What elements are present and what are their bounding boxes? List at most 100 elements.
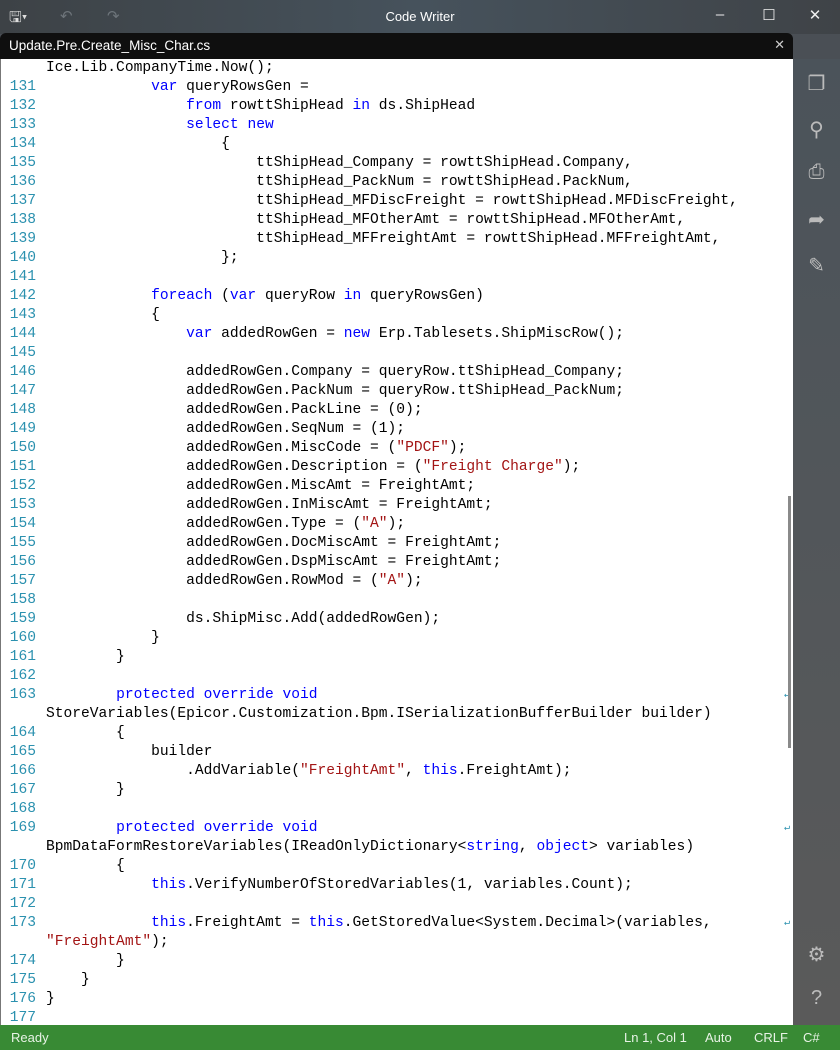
line-number: 140 bbox=[9, 250, 36, 266]
keyword-token: from bbox=[186, 98, 222, 114]
code-text: } bbox=[46, 990, 55, 1009]
print-icon[interactable]: ⎙ bbox=[793, 161, 840, 184]
line-number: 136 bbox=[9, 174, 36, 190]
code-line: 173 this.FreightAmt = this.GetStoredValu… bbox=[1, 914, 793, 933]
edit-pencil-icon[interactable]: ✎ bbox=[793, 253, 840, 278]
close-tab-icon[interactable]: ✕ bbox=[774, 37, 785, 53]
code-text: ttShipHead_MFOtherAmt = rowttShipHead.MF… bbox=[46, 211, 685, 230]
code-token: BpmDataFormRestoreVariables(IReadOnlyDic… bbox=[46, 839, 467, 855]
code-text: from rowttShipHead in ds.ShipHead bbox=[46, 97, 475, 116]
line-ending[interactable]: CRLF bbox=[754, 1030, 788, 1045]
keyword-token: new bbox=[247, 117, 274, 133]
copy-icon[interactable]: ❐ bbox=[793, 71, 840, 96]
line-number: 177 bbox=[9, 1010, 36, 1025]
settings-gear-icon[interactable]: ⚙ bbox=[793, 942, 840, 967]
string-token: "A" bbox=[378, 573, 406, 589]
code-token: addedRowGen.RowMod = ( bbox=[46, 573, 379, 589]
code-token: .GetStoredValue<System.Decimal>(variable… bbox=[343, 915, 712, 931]
code-text: addedRowGen.InMiscAmt = FreightAmt; bbox=[46, 496, 493, 515]
tab-file[interactable]: Update.Pre.Create_Misc_Char.cs ✕ bbox=[0, 33, 793, 60]
line-number: 164 bbox=[9, 725, 36, 741]
code-text: foreach (var queryRow in queryRowsGen) bbox=[46, 287, 484, 306]
line-number: 170 bbox=[9, 858, 36, 874]
code-line: 177 bbox=[1, 1009, 793, 1025]
code-token: > variables) bbox=[588, 839, 695, 855]
code-line: 135 ttShipHead_Company = rowttShipHead.C… bbox=[1, 154, 793, 173]
code-line: 154 addedRowGen.Type = ("A"); bbox=[1, 515, 793, 534]
code-token: , bbox=[405, 763, 423, 779]
code-line: 131 var queryRowsGen = bbox=[1, 78, 793, 97]
help-icon[interactable]: ? bbox=[793, 987, 840, 1010]
code-token: queryRowsGen = bbox=[177, 79, 309, 95]
code-text: BpmDataFormRestoreVariables(IReadOnlyDic… bbox=[46, 838, 694, 857]
keyword-token: var bbox=[186, 326, 213, 342]
code-text: protected override void bbox=[46, 819, 317, 838]
line-number: 146 bbox=[9, 364, 36, 380]
cursor-position[interactable]: Ln 1, Col 1 bbox=[624, 1030, 687, 1045]
line-number: 166 bbox=[9, 763, 36, 779]
keyword-token: in bbox=[352, 98, 371, 114]
tab-label: Update.Pre.Create_Misc_Char.cs bbox=[9, 38, 211, 53]
keyword-token: select bbox=[186, 117, 239, 133]
code-editor[interactable]: Ice.Lib.CompanyTime.Now(); 131 var queryR… bbox=[0, 59, 793, 1025]
string-token: "FreightAmt" bbox=[299, 763, 406, 779]
line-number: 158 bbox=[9, 592, 36, 608]
line-number: 154 bbox=[9, 516, 36, 532]
maximize-button[interactable]: ☐ bbox=[754, 6, 784, 24]
code-line: 143 { bbox=[1, 306, 793, 325]
line-number: 137 bbox=[9, 193, 36, 209]
code-token: { bbox=[46, 725, 125, 741]
code-line: 148 addedRowGen.PackLine = (0); bbox=[1, 401, 793, 420]
code-text: } bbox=[46, 629, 160, 648]
code-line: 140 }; bbox=[1, 249, 793, 268]
code-token: ttShipHead_PackNum = rowttShipHead.PackN… bbox=[46, 174, 633, 190]
code-token: Ice.Lib.CompanyTime.Now(); bbox=[46, 60, 274, 76]
code-text: StoreVariables(Epicor.Customization.Bpm.… bbox=[46, 705, 712, 724]
code-token: { bbox=[46, 307, 160, 323]
code-token: { bbox=[46, 136, 230, 152]
code-line: 142 foreach (var queryRow in queryRowsGe… bbox=[1, 287, 793, 306]
keyword-token: this bbox=[151, 877, 187, 893]
line-number: 153 bbox=[9, 497, 36, 513]
line-number: 175 bbox=[9, 972, 36, 988]
line-number bbox=[1, 59, 46, 78]
line-number: 171 bbox=[9, 877, 36, 893]
line-number: 165 bbox=[9, 744, 36, 760]
code-token: ds.ShipMisc.Add(addedRowGen); bbox=[46, 611, 441, 627]
right-sidebar: ❐ ⚲ ⎙ ➦ ✎ ⚙ ? bbox=[793, 59, 840, 1025]
line-number bbox=[1, 933, 46, 952]
code-token: ( bbox=[212, 288, 230, 304]
code-line: 165 builder bbox=[1, 743, 793, 762]
code-token: addedRowGen.Type = ( bbox=[46, 516, 362, 532]
code-line: 152 addedRowGen.MiscAmt = FreightAmt; bbox=[1, 477, 793, 496]
line-number: 159 bbox=[9, 611, 36, 627]
share-icon[interactable]: ➦ bbox=[793, 207, 840, 232]
code-line: "FreightAmt"); bbox=[1, 933, 793, 952]
minimize-button[interactable]: – bbox=[705, 6, 735, 23]
keyword-token: override bbox=[203, 687, 274, 703]
search-icon[interactable]: ⚲ bbox=[793, 117, 840, 142]
line-number: 141 bbox=[9, 269, 36, 285]
code-line: Ice.Lib.CompanyTime.Now(); bbox=[1, 59, 793, 78]
close-window-button[interactable]: ✕ bbox=[800, 6, 830, 24]
code-text: this.FreightAmt = this.GetStoredValue<Sy… bbox=[46, 914, 712, 933]
code-line: 159 ds.ShipMisc.Add(addedRowGen); bbox=[1, 610, 793, 629]
code-text: ds.ShipMisc.Add(addedRowGen); bbox=[46, 610, 440, 629]
code-token: } bbox=[46, 630, 160, 646]
code-text: addedRowGen.DspMiscAmt = FreightAmt; bbox=[46, 553, 501, 572]
code-text: "FreightAmt"); bbox=[46, 933, 169, 952]
code-line: 134 { bbox=[1, 135, 793, 154]
code-token: ds.ShipHead bbox=[370, 98, 476, 114]
vertical-scrollbar[interactable] bbox=[788, 496, 791, 748]
word-wrap-icon: ↵ bbox=[784, 823, 791, 834]
line-number: 161 bbox=[9, 649, 36, 665]
line-number: 132 bbox=[9, 98, 36, 114]
code-line: 136 ttShipHead_PackNum = rowttShipHead.P… bbox=[1, 173, 793, 192]
indent-mode[interactable]: Auto bbox=[705, 1030, 732, 1045]
string-token: "Freight Charge" bbox=[422, 459, 563, 475]
code-token: Erp.Tablesets.ShipMiscRow(); bbox=[370, 326, 625, 342]
language-mode[interactable]: C# bbox=[803, 1030, 820, 1045]
